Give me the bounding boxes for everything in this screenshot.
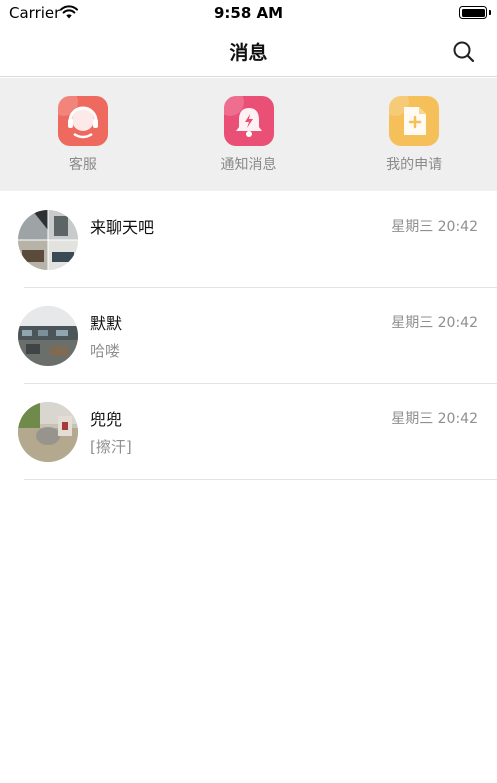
- contact-name: 来聊天吧: [90, 218, 155, 237]
- conversation-row[interactable]: 兜兜 星期三 20:42 [擦汗]: [0, 384, 497, 480]
- battery-icon: [459, 6, 487, 19]
- shortcut-my-applications[interactable]: 我的申请: [331, 78, 497, 191]
- shortcut-label: 我的申请: [386, 157, 443, 173]
- page-title: 消息: [229, 42, 268, 64]
- message-time: 星期三 20:42: [391, 315, 478, 331]
- contact-name: 兜兜: [90, 410, 123, 429]
- status-bar: Carrier 9:58 AM: [0, 0, 497, 26]
- shortcut-label: 客服: [68, 157, 97, 173]
- contact-name: 默默: [90, 314, 123, 333]
- conversation-row[interactable]: 来聊天吧 星期三 20:42: [0, 192, 497, 288]
- shortcut-notifications[interactable]: 通知消息: [166, 78, 332, 191]
- message-time: 星期三 20:42: [391, 411, 478, 427]
- application-document-icon: [389, 96, 440, 146]
- search-button[interactable]: [451, 39, 477, 65]
- avatar: [18, 210, 78, 270]
- status-time: 9:58 AM: [213, 4, 284, 22]
- battery-cap: [489, 10, 491, 15]
- navigation-bar: 消息: [0, 26, 497, 77]
- shortcut-bar: 客服 通知消息 我的申请: [0, 78, 497, 191]
- message-time: 星期三 20:42: [391, 219, 478, 235]
- shortcut-customer-service[interactable]: 客服: [0, 78, 166, 191]
- message-preview: 哈喽: [90, 342, 121, 360]
- divider: [24, 479, 497, 480]
- message-preview: [擦汗]: [90, 438, 132, 456]
- shortcut-label: 通知消息: [220, 157, 277, 173]
- customer-service-icon: [57, 96, 108, 146]
- search-icon: [453, 41, 475, 63]
- conversation-list: 来聊天吧 星期三 20:42 默默 星期三 20:42 哈喽 兜兜 星期三 20…: [0, 192, 497, 480]
- avatar: [18, 306, 78, 366]
- conversation-row[interactable]: 默默 星期三 20:42 哈喽: [0, 288, 497, 384]
- avatar: [18, 402, 78, 462]
- notification-bell-icon: [223, 96, 274, 146]
